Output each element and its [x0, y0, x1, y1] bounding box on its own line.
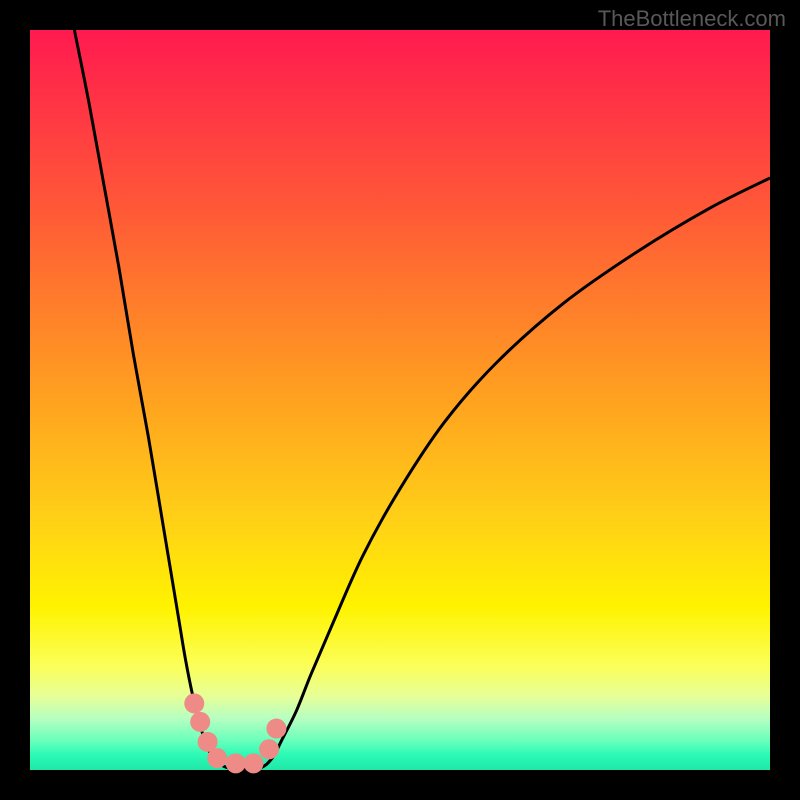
marker-point: [184, 693, 204, 713]
curve-left: [74, 30, 229, 769]
marker-point: [226, 753, 246, 773]
watermark-text: TheBottleneck.com: [598, 6, 786, 32]
marker-point: [190, 712, 210, 732]
marker-point: [207, 748, 227, 768]
chart-plot: [30, 30, 770, 770]
marker-point: [243, 753, 263, 773]
curve-right: [259, 178, 770, 769]
marker-point: [266, 719, 286, 739]
marker-point: [259, 739, 279, 759]
